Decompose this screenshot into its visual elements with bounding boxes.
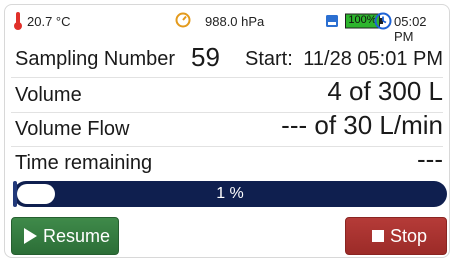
time-remaining-row: Time remaining --- [15,144,443,177]
volume-flow-value: --- of 30 L/min [281,110,443,140]
sampling-number-label: Sampling Number [15,48,176,70]
volume-flow-label: Volume Flow [15,118,130,140]
volume-row: Volume 4 of 300 L [15,76,443,109]
time-remaining-label: Time remaining [15,152,153,174]
volume-label: Volume [15,84,82,106]
thermometer-icon [14,12,22,30]
temperature-readout: 20.7 °C [27,14,71,29]
stop-button[interactable]: Stop [345,217,447,255]
time-remaining-value: --- [417,144,443,174]
resume-button[interactable]: Resume [11,217,119,255]
start-label: Start: [245,48,293,70]
stop-button-label: Stop [390,225,428,246]
clock-icon [374,12,392,30]
start-value: 11/28 05:01 PM [303,48,443,70]
clock-time: 05:02 PM [394,14,427,44]
stop-icon [372,230,384,242]
device-screen: 20.7 °C 988.0 hPa 100% 05:02 PM Sampling… [4,4,450,258]
progress-bar: 1 % [13,181,447,207]
volume-value: 4 of 300 L [327,76,443,106]
memory-card-icon [326,15,338,27]
sampling-number-value: 59 [191,42,220,72]
volume-flow-row: Volume Flow --- of 30 L/min [15,110,443,143]
barometer-icon [175,12,191,28]
sampling-row: Sampling Number 59 Start: 11/28 05:01 PM [15,42,443,73]
resume-button-label: Resume [43,225,111,246]
progress-percent: 1 % [216,185,244,202]
pressure-readout: 988.0 hPa [205,14,265,29]
play-icon [24,228,37,244]
status-bar: 20.7 °C 988.0 hPa 100% 05:02 PM [5,5,449,44]
